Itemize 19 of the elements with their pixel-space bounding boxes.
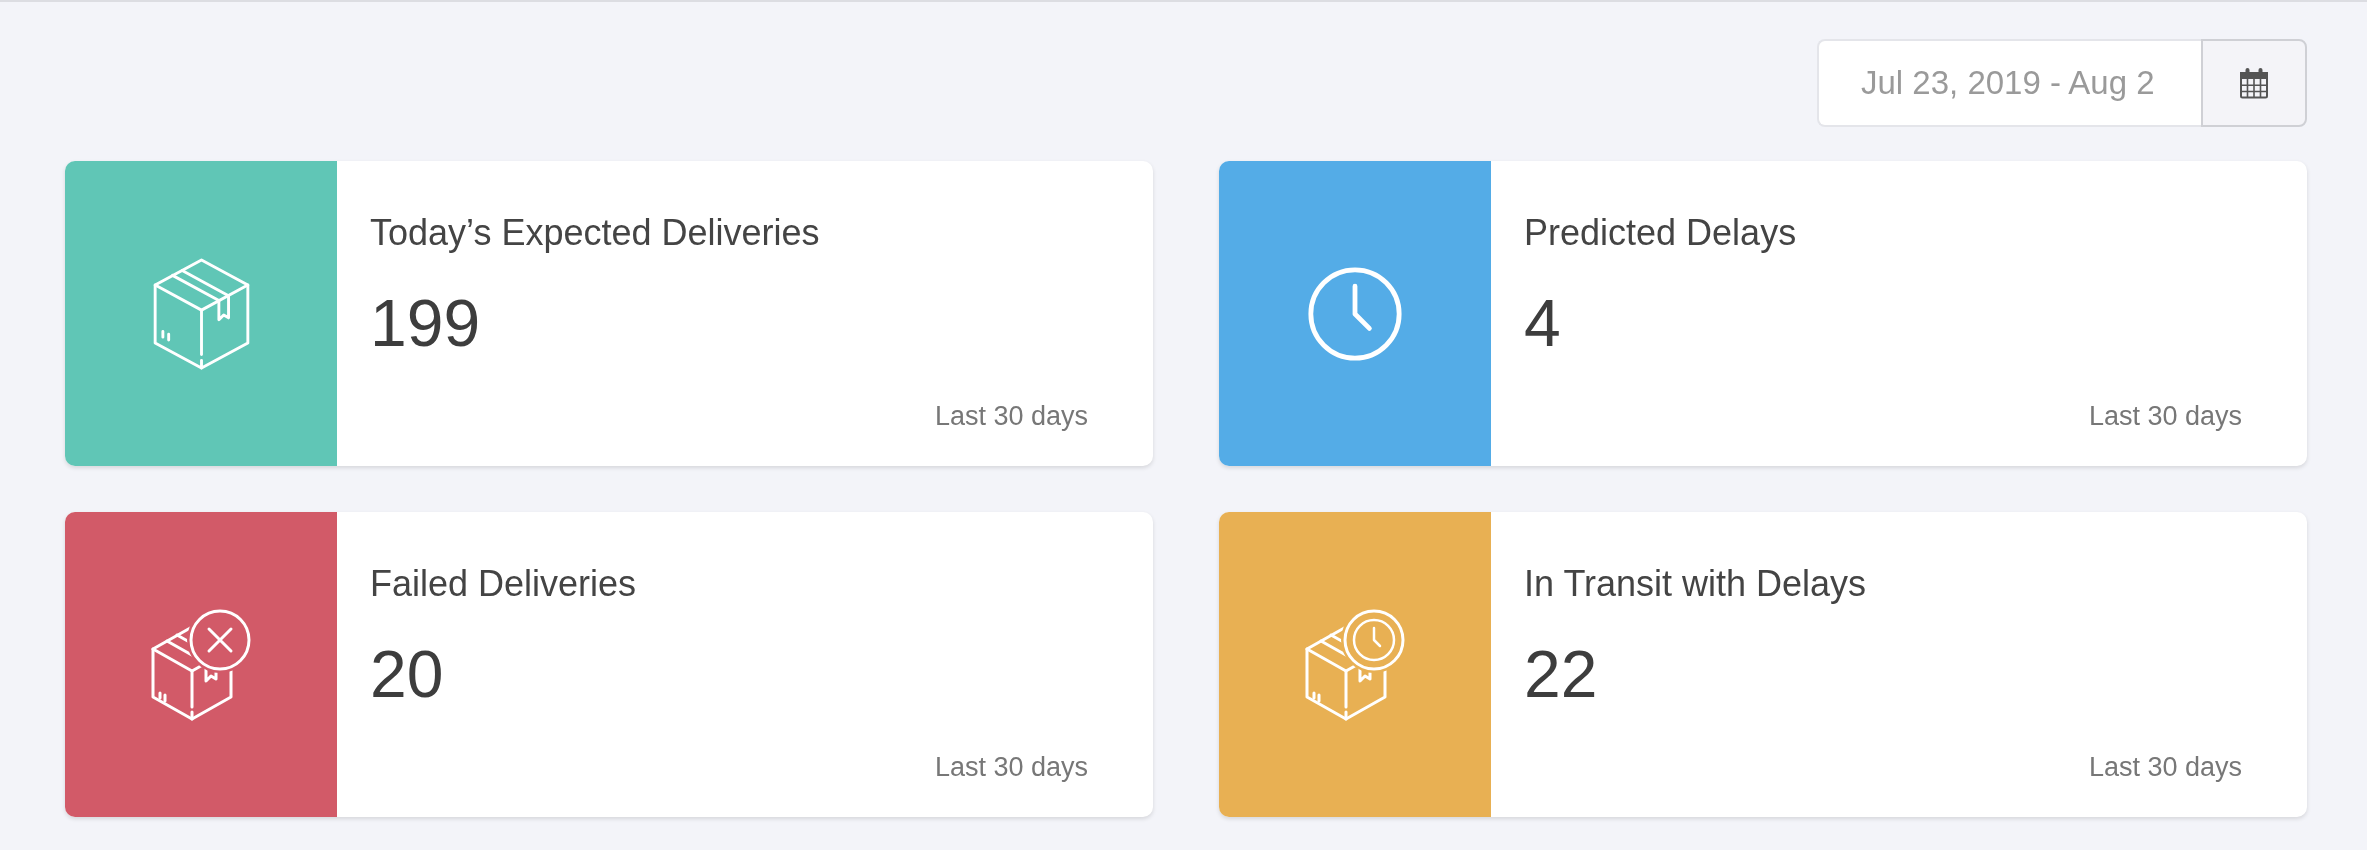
calendar-button[interactable] [2201, 39, 2307, 127]
card-title: In Transit with Delays [1524, 563, 1867, 605]
date-range-field[interactable]: Jul 23, 2019 - Aug 2 [1817, 39, 2201, 127]
card-value: 20 [370, 639, 444, 709]
period-label: Last 30 days [2088, 751, 2242, 783]
box-with-clock-icon [1305, 608, 1405, 721]
period-label: Last 30 days [934, 400, 1088, 432]
card-title: Failed Deliveries [370, 563, 637, 605]
card-title: Today’s Expected Deliveries [370, 212, 820, 254]
period-label: Last 30 days [934, 751, 1088, 783]
box-with-x-icon [151, 608, 251, 721]
period-label: Last 30 days [2088, 400, 2242, 432]
card-value: 22 [1524, 639, 1598, 709]
card-title: Predicted Delays [1524, 212, 1797, 254]
box-icon [152, 257, 250, 370]
card-value: 4 [1524, 288, 1561, 358]
card-value: 199 [370, 288, 481, 358]
clock-icon [1307, 265, 1403, 362]
calendar-icon [2239, 67, 2269, 99]
